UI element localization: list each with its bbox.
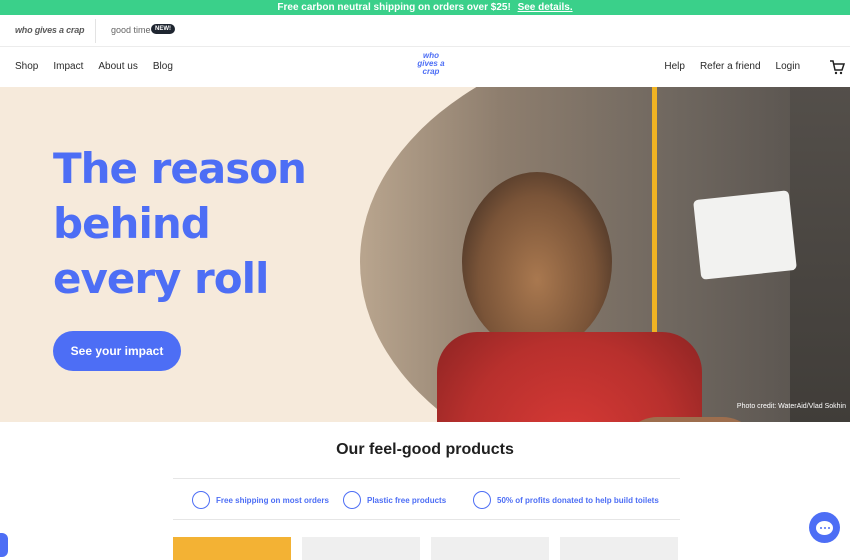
brand-good-time[interactable]: good time [111,25,151,35]
box-icon [192,491,210,509]
photo-credit: Photo credit: WaterAid/Vlad Sokhin [736,403,846,410]
product-card[interactable] [560,537,678,560]
girl-head [462,172,612,352]
hero-section: Photo credit: WaterAid/Vlad Sokhin The r… [0,87,850,422]
nav-left: Shop Impact About us Blog [15,61,188,72]
hero-wall [790,87,850,422]
nav-impact[interactable]: Impact [53,61,83,72]
new-badge: NEW! [151,24,175,34]
feature-shipping: Free shipping on most orders [192,491,329,509]
product-card[interactable] [173,537,291,560]
feature-strip: Free shipping on most orders Plastic fre… [173,478,680,520]
product-card[interactable] [431,537,549,560]
feature-donation-text: 50% of profits donated to help build toi… [497,495,659,505]
site-logo[interactable]: who gives a crap [412,52,450,84]
feature-shipping-text: Free shipping on most orders [216,495,329,505]
product-cards [173,537,680,560]
product-card[interactable] [302,537,420,560]
promo-link[interactable]: See details. [518,2,573,13]
promo-bar: Free carbon neutral shipping on orders o… [0,0,850,15]
nav-refer-a-friend[interactable]: Refer a friend [700,61,761,72]
soap-bar [693,190,797,280]
promo-text: Free carbon neutral shipping on orders o… [277,2,511,13]
nav-help[interactable]: Help [664,61,685,72]
products-title: Our feel-good products [336,441,514,458]
cart-icon[interactable] [829,59,845,75]
main-nav: Shop Impact About us Blog who gives a crap… [0,47,850,87]
globe-icon [343,491,361,509]
toilet-icon [473,491,491,509]
side-tab[interactable] [0,533,8,557]
hero-title: The reason behind every roll [53,144,307,303]
chat-button[interactable] [809,512,840,543]
brand-divider [95,19,96,43]
feature-donation: 50% of profits donated to help build toi… [473,491,659,509]
nav-right: Help Refer a friend Login [649,61,800,72]
nav-shop[interactable]: Shop [15,61,38,72]
chat-icon [816,520,833,535]
nav-login[interactable]: Login [776,61,800,72]
brand-bar: who gives a crap good time NEW! [0,15,850,47]
feature-plastic-free-text: Plastic free products [367,495,447,505]
nav-about-us[interactable]: About us [98,61,137,72]
brand-who-gives-a-crap[interactable]: who gives a crap [15,25,85,35]
girl-dress [437,332,702,422]
see-impact-button[interactable]: See your impact [53,331,181,371]
feature-plastic-free: Plastic free products [343,491,446,509]
nav-blog[interactable]: Blog [153,61,173,72]
